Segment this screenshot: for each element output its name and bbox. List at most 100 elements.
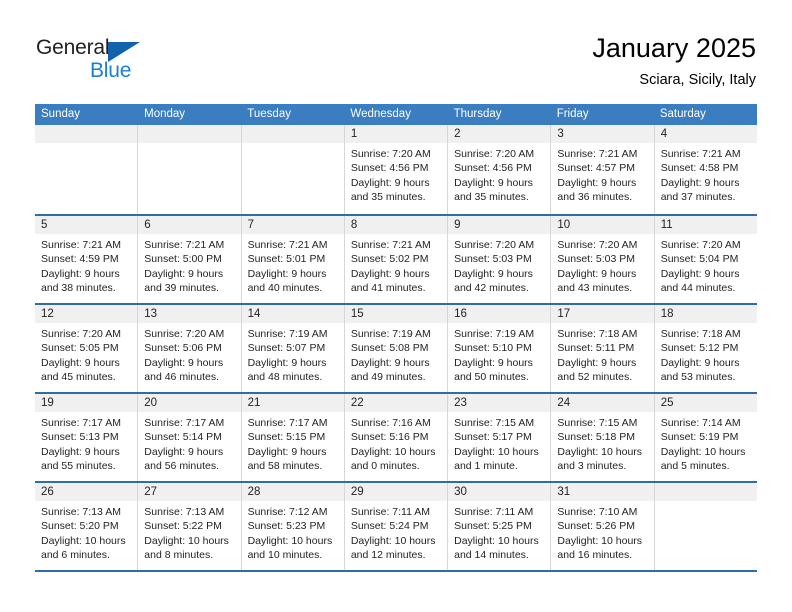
day-daylight-text: and 5 minutes. — [660, 459, 730, 472]
day-daylight-text: Daylight: 10 hours — [247, 534, 333, 547]
day-sunrise-text: Sunrise: 7:12 AM — [247, 506, 328, 518]
day-sunrise-text: Sunrise: 7:21 AM — [660, 148, 741, 160]
day-cell[interactable]: 2 Sunrise: 7:20 AM Sunset: 4:56 PM Daylight… — [447, 125, 551, 214]
day-number: 3 — [551, 125, 654, 143]
day-details: Sunrise: 7:11 AM Sunset: 5:25 PM Daylight:… — [448, 501, 550, 562]
day-details: Sunrise: 7:20 AM Sunset: 5:05 PM Daylight:… — [35, 323, 137, 384]
day-details — [138, 143, 240, 147]
day-cell[interactable]: 26 Sunrise: 7:13 AM Sunset: 5:20 PM Dayligh… — [35, 483, 138, 570]
day-details: Sunrise: 7:13 AM Sunset: 5:20 PM Daylight:… — [35, 501, 137, 562]
day-sunrise-text: Sunrise: 7:21 AM — [557, 148, 638, 160]
day-daylight-text: Daylight: 9 hours — [41, 356, 120, 369]
day-daylight-text: Daylight: 10 hours — [454, 445, 539, 458]
day-details: Sunrise: 7:17 AM Sunset: 5:13 PM Daylight:… — [35, 412, 137, 473]
day-cell[interactable]: 12 Sunrise: 7:20 AM Sunset: 5:05 PM Dayligh… — [35, 305, 138, 392]
day-sunset-text: Sunset: 5:11 PM — [557, 342, 635, 355]
weekday-header-row: Sunday Monday Tuesday Wednesday Thursday Frid… — [35, 104, 757, 125]
day-number: 28 — [241, 483, 344, 501]
day-cell[interactable]: 19 Sunrise: 7:17 AM Sunset: 5:13 PM Dayligh… — [35, 394, 138, 481]
day-details: Sunrise: 7:15 AM Sunset: 5:17 PM Daylight:… — [448, 412, 550, 473]
day-cell[interactable]: 13 Sunrise: 7:20 AM Sunset: 5:06 PM Dayligh… — [137, 305, 241, 392]
day-details: Sunrise: 7:10 AM Sunset: 5:26 PM Daylight:… — [551, 501, 653, 562]
day-daylight-text: Daylight: 9 hours — [247, 445, 327, 458]
day-number: 1 — [344, 125, 448, 143]
day-daylight-text: and 42 minutes. — [454, 281, 529, 294]
day-cell[interactable]: 15 Sunrise: 7:19 AM Sunset: 5:08 PM Dayligh… — [343, 305, 448, 392]
day-cell[interactable]: 6 Sunrise: 7:21 AM Sunset: 5:00 PM Daylight… — [137, 216, 241, 303]
day-sunrise-text: Sunrise: 7:20 AM — [660, 239, 741, 251]
day-sunset-text: Sunset: 5:02 PM — [350, 253, 429, 266]
general-blue-logo[interactable]: General Blue — [36, 36, 166, 86]
day-daylight-text: Daylight: 10 hours — [557, 445, 643, 458]
day-daylight-text: and 35 minutes. — [350, 190, 426, 203]
day-cell[interactable]: 8 Sunrise: 7:21 AM Sunset: 5:02 PM Daylight… — [343, 216, 448, 303]
day-sunset-text: Sunset: 5:03 PM — [557, 253, 636, 266]
page-subtitle: Sciara, Sicily, Italy — [639, 72, 756, 88]
day-daylight-text: and 37 minutes. — [660, 190, 736, 203]
day-cell[interactable]: 27 Sunrise: 7:13 AM Sunset: 5:22 PM Dayligh… — [137, 483, 241, 570]
day-number — [654, 483, 757, 501]
day-number: 6 — [138, 216, 241, 234]
day-cell[interactable]: 18 Sunrise: 7:18 AM Sunset: 5:12 PM Dayligh… — [653, 305, 757, 392]
day-sunrise-text: Sunrise: 7:15 AM — [557, 417, 638, 429]
day-sunset-text: Sunset: 4:58 PM — [660, 162, 739, 175]
day-cell[interactable]: 31 Sunrise: 7:10 AM Sunset: 5:26 PM Dayligh… — [550, 483, 654, 570]
day-sunrise-text: Sunrise: 7:16 AM — [350, 417, 431, 429]
day-sunset-text: Sunset: 4:56 PM — [350, 162, 429, 175]
day-number: 9 — [448, 216, 551, 234]
day-sunrise-text: Sunrise: 7:11 AM — [350, 506, 431, 518]
day-cell[interactable]: 25 Sunrise: 7:14 AM Sunset: 5:19 PM Dayligh… — [653, 394, 757, 481]
day-cell[interactable]: 4 Sunrise: 7:21 AM Sunset: 4:58 PM Daylight… — [653, 125, 757, 214]
day-details: Sunrise: 7:17 AM Sunset: 5:15 PM Daylight:… — [242, 412, 344, 473]
day-sunset-text: Sunset: 5:14 PM — [144, 431, 222, 444]
day-daylight-text: and 44 minutes. — [660, 281, 736, 294]
day-cell[interactable]: 24 Sunrise: 7:15 AM Sunset: 5:18 PM Dayligh… — [550, 394, 654, 481]
day-daylight-text: Daylight: 9 hours — [144, 445, 224, 458]
day-daylight-text: Daylight: 9 hours — [144, 356, 224, 369]
day-details: Sunrise: 7:20 AM Sunset: 5:03 PM Daylight:… — [448, 234, 550, 295]
day-cell[interactable]: 5 Sunrise: 7:21 AM Sunset: 4:59 PM Daylight… — [35, 216, 138, 303]
day-cell[interactable]: 21 Sunrise: 7:17 AM Sunset: 5:15 PM Dayligh… — [240, 394, 344, 481]
day-cell[interactable]: 20 Sunrise: 7:17 AM Sunset: 5:14 PM Dayligh… — [137, 394, 241, 481]
day-cell[interactable]: 1 Sunrise: 7:20 AM Sunset: 4:56 PM Daylight… — [343, 125, 448, 214]
day-cell[interactable]: 14 Sunrise: 7:19 AM Sunset: 5:07 PM Dayligh… — [240, 305, 344, 392]
day-daylight-text: and 16 minutes. — [557, 548, 633, 561]
day-cell[interactable]: 29 Sunrise: 7:11 AM Sunset: 5:24 PM Dayligh… — [343, 483, 448, 570]
day-number: 11 — [654, 216, 757, 234]
day-daylight-text: Daylight: 10 hours — [557, 534, 643, 547]
day-cell[interactable]: 10 Sunrise: 7:20 AM Sunset: 5:03 PM Dayligh… — [550, 216, 654, 303]
day-daylight-text: and 40 minutes. — [247, 281, 323, 294]
day-cell[interactable]: 3 Sunrise: 7:21 AM Sunset: 4:57 PM Daylight… — [550, 125, 654, 214]
day-number: 8 — [344, 216, 448, 234]
day-cell[interactable]: 28 Sunrise: 7:12 AM Sunset: 5:23 PM Dayligh… — [240, 483, 344, 570]
day-daylight-text: and 39 minutes. — [144, 281, 219, 294]
day-sunset-text: Sunset: 5:24 PM — [350, 520, 429, 533]
day-sunrise-text: Sunrise: 7:11 AM — [454, 506, 534, 518]
day-details: Sunrise: 7:14 AM Sunset: 5:19 PM Daylight:… — [655, 412, 757, 473]
day-details: Sunrise: 7:19 AM Sunset: 5:10 PM Daylight:… — [448, 323, 550, 384]
day-sunset-text: Sunset: 5:18 PM — [557, 431, 636, 444]
day-cell[interactable]: 17 Sunrise: 7:18 AM Sunset: 5:11 PM Dayligh… — [550, 305, 654, 392]
day-number: 19 — [35, 394, 138, 412]
day-cell[interactable]: 16 Sunrise: 7:19 AM Sunset: 5:10 PM Dayligh… — [447, 305, 551, 392]
day-cell[interactable]: 7 Sunrise: 7:21 AM Sunset: 5:01 PM Daylight… — [240, 216, 344, 303]
day-number: 25 — [654, 394, 757, 412]
day-cell[interactable]: 30 Sunrise: 7:11 AM Sunset: 5:25 PM Dayligh… — [447, 483, 551, 570]
day-cell[interactable]: 23 Sunrise: 7:15 AM Sunset: 5:17 PM Dayligh… — [447, 394, 551, 481]
day-details: Sunrise: 7:12 AM Sunset: 5:23 PM Daylight:… — [242, 501, 344, 562]
day-sunrise-text: Sunrise: 7:17 AM — [41, 417, 121, 429]
day-number: 5 — [35, 216, 138, 234]
day-cell[interactable]: 9 Sunrise: 7:20 AM Sunset: 5:03 PM Daylight… — [447, 216, 551, 303]
day-daylight-text: and 41 minutes. — [350, 281, 426, 294]
day-sunset-text: Sunset: 5:08 PM — [350, 342, 429, 355]
day-daylight-text: and 8 minutes. — [144, 548, 214, 561]
day-sunrise-text: Sunrise: 7:20 AM — [454, 148, 535, 160]
day-sunrise-text: Sunrise: 7:18 AM — [660, 328, 741, 340]
day-number: 23 — [448, 394, 551, 412]
day-cell[interactable]: 11 Sunrise: 7:20 AM Sunset: 5:04 PM Dayligh… — [653, 216, 757, 303]
day-daylight-text: and 43 minutes. — [557, 281, 633, 294]
day-daylight-text: and 35 minutes. — [454, 190, 529, 203]
day-details: Sunrise: 7:21 AM Sunset: 5:02 PM Daylight:… — [345, 234, 447, 295]
day-details — [35, 143, 137, 147]
day-cell[interactable]: 22 Sunrise: 7:16 AM Sunset: 5:16 PM Dayligh… — [343, 394, 448, 481]
